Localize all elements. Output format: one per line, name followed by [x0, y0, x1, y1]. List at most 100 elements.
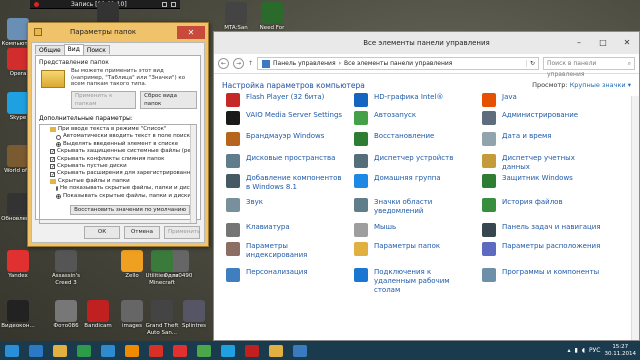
radio-button[interactable]: [56, 186, 58, 192]
utorrent-icon[interactable]: [197, 344, 211, 357]
advanced-setting-row[interactable]: Автоматически вводить текст в поле поиск…: [42, 133, 194, 140]
scrollbar[interactable]: [190, 125, 196, 223]
restore-defaults-button[interactable]: Восстановить значения по умолчанию: [70, 205, 190, 215]
cp-item[interactable]: Flash Player (32 бита): [226, 93, 346, 107]
desktop-icon-label: Bandicam: [84, 323, 112, 329]
refresh-icon[interactable]: ↻: [526, 60, 538, 67]
ok-button[interactable]: ОК: [84, 226, 120, 239]
advanced-setting-row[interactable]: ✓ Скрывать расширения для зарегистрирован…: [42, 170, 196, 177]
view-by-dropdown[interactable]: Крупные значки: [570, 81, 626, 89]
desktop-icon[interactable]: Splintres: [176, 300, 212, 330]
forward-icon[interactable]: →: [233, 58, 244, 69]
yandex-icon[interactable]: [173, 344, 187, 357]
address-bar[interactable]: Панель управления › Все элементы панели …: [257, 57, 539, 70]
close-button[interactable]: ✕: [177, 25, 205, 39]
cp-item[interactable]: Мышь: [354, 223, 474, 237]
control-panel-icon[interactable]: [293, 344, 307, 357]
checkbox[interactable]: ✓: [50, 171, 55, 177]
ie-icon[interactable]: [29, 344, 43, 357]
cp-item[interactable]: Администрирование: [482, 111, 602, 125]
checkbox[interactable]: ✓: [50, 164, 55, 170]
desktop-icon[interactable]: Grand Theft Auto San...: [144, 300, 180, 336]
cp-item[interactable]: Диспетчер устройств: [354, 154, 474, 168]
back-icon[interactable]: ←: [218, 58, 229, 69]
cancel-button[interactable]: Отмена: [124, 226, 160, 239]
language-indicator[interactable]: РУС: [589, 347, 600, 354]
cp-item[interactable]: Диспетчер учетных данных: [482, 154, 602, 172]
cp-item[interactable]: HD-графика Intel®: [354, 93, 474, 107]
skype-icon[interactable]: [221, 344, 235, 357]
cp-item[interactable]: Домашняя группа: [354, 174, 474, 188]
cp-item[interactable]: Параметры папок: [354, 242, 474, 256]
checkbox[interactable]: ✓: [50, 149, 55, 155]
windows-start-icon[interactable]: [5, 344, 19, 357]
radio-button[interactable]: [56, 134, 61, 140]
cp-item[interactable]: Автозапуск: [354, 111, 474, 125]
cp-item[interactable]: Подключения к удаленным рабочим столам: [354, 268, 474, 295]
tab-view[interactable]: Вид: [63, 44, 84, 55]
bandicam-icon[interactable]: [245, 344, 259, 357]
tray-arrow-icon[interactable]: ▴: [568, 347, 571, 354]
cp-item[interactable]: VAIO Media Server Settings: [226, 111, 346, 125]
dialog-titlebar[interactable]: Параметры папок ✕: [28, 23, 208, 41]
desktop-icon[interactable]: Assassin's Creed 3: [48, 250, 84, 286]
tab-general[interactable]: Общие: [35, 45, 65, 54]
cp-item-label: Персонализация: [246, 268, 308, 276]
cp-item[interactable]: Параметры расположения: [482, 242, 602, 256]
advanced-setting-row[interactable]: Показывать скрытые файлы, папки и диски: [42, 193, 194, 200]
advanced-setting-row[interactable]: Не показывать скрытые файлы, папки и дис…: [42, 185, 196, 192]
advanced-setting-row[interactable]: При вводе текста в режиме "Список": [42, 126, 194, 133]
radio-button[interactable]: [56, 193, 61, 199]
cp-item[interactable]: Значки области уведомлений: [354, 198, 474, 216]
cp-item[interactable]: Программы и компоненты: [482, 268, 602, 282]
cp-item[interactable]: Дисковые пространства: [226, 154, 346, 168]
tab-search[interactable]: Поиск: [82, 45, 110, 54]
checkbox[interactable]: ✓: [50, 156, 55, 162]
advanced-setting-row[interactable]: ✓ Скрывать пустые диски: [42, 163, 194, 170]
advanced-setting-label: Скрывать конфликты слияния папок: [57, 155, 165, 162]
scrollbar[interactable]: [631, 96, 639, 340]
desktop-icon[interactable]: Yandex: [0, 250, 36, 280]
search-input[interactable]: Поиск в панели управления ⌕: [543, 57, 635, 78]
cp-item[interactable]: Дата и время: [482, 132, 602, 146]
window-titlebar[interactable]: Все элементы панели управления – □ ✕: [214, 32, 639, 54]
cp-item[interactable]: История файлов: [482, 198, 602, 212]
desktop-icon[interactable]: Фото086: [48, 300, 84, 330]
cp-item[interactable]: Персонализация: [226, 268, 346, 282]
cp-item[interactable]: Параметры индексирования: [226, 242, 346, 260]
apply-to-folders-button[interactable]: Применить к папкам: [71, 91, 137, 109]
chevron-down-icon[interactable]: ▾: [628, 81, 631, 89]
desktop-icon[interactable]: Видеокон...: [0, 300, 36, 330]
cp-item[interactable]: Панель задач и навигация: [482, 223, 602, 237]
explorer-icon[interactable]: [53, 344, 67, 357]
minimize-icon[interactable]: [162, 1, 167, 7]
network-icon[interactable]: ▮: [575, 347, 578, 354]
recorder-controls[interactable]: [162, 1, 180, 7]
advanced-setting-row[interactable]: ✓ Скрывать защищенные системные файлы (ре…: [42, 148, 196, 155]
up-icon[interactable]: ↑: [248, 60, 253, 67]
breadcrumb-item[interactable]: Панель управления: [273, 60, 336, 67]
vlc-icon[interactable]: [125, 344, 139, 357]
media-player-icon[interactable]: [101, 344, 115, 357]
radio-button[interactable]: [56, 142, 61, 148]
breadcrumb-item[interactable]: Все элементы панели управления: [344, 60, 452, 67]
folder-options-icon[interactable]: [269, 344, 283, 357]
advanced-setting-row[interactable]: ✓ Скрывать конфликты слияния папок: [42, 156, 194, 163]
cp-item[interactable]: Добавление компонентов в Windows 8.1: [226, 174, 346, 192]
chrome-icon[interactable]: [149, 344, 163, 357]
cp-item[interactable]: Защитник Windows: [482, 174, 602, 188]
cp-item[interactable]: Восстановление: [354, 132, 474, 146]
volume-icon[interactable]: ◖: [582, 347, 585, 354]
close-icon[interactable]: [171, 1, 176, 7]
clock[interactable]: 15:27 30.11.2014: [605, 344, 637, 358]
cp-item[interactable]: Java: [482, 93, 602, 107]
cp-item[interactable]: Брандмауэр Windows: [226, 132, 346, 146]
taskbar: ▴ ▮ ◖ РУС 15:27 30.11.2014: [0, 341, 640, 360]
reset-view-button[interactable]: Сброс вида папок: [140, 91, 197, 109]
desktop-icon[interactable]: Bandicam: [80, 300, 116, 330]
apply-button[interactable]: Применить: [164, 226, 200, 239]
desktop-icon[interactable]: Utilities для Minecraft: [144, 250, 180, 286]
cp-item[interactable]: Звук: [226, 198, 346, 212]
cp-item[interactable]: Клавиатура: [226, 223, 346, 237]
store-icon[interactable]: [77, 344, 91, 357]
